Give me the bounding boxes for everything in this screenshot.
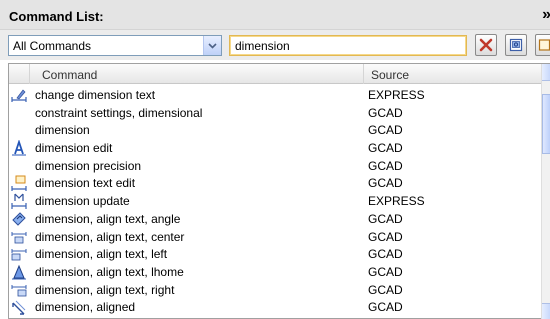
command-source: EXPRESS [368, 88, 425, 102]
dimension-update-icon [11, 193, 27, 210]
command-source: GCAD [368, 158, 403, 173]
dimension-edit-icon [12, 140, 26, 156]
table-row[interactable]: dimension, align text, center GCAD [9, 228, 542, 246]
command-source: GCAD [368, 211, 403, 226]
table-row[interactable]: dimension GCAD [9, 121, 542, 139]
command-source: GCAD [368, 105, 403, 120]
command-name: dimension, aligned [35, 300, 136, 315]
command-name: constraint settings, dimensional [35, 105, 203, 120]
align-text-left-icon [11, 249, 27, 261]
command-source: GCAD [368, 229, 403, 244]
scroll-up-arrow-icon[interactable] [542, 64, 550, 81]
options-button[interactable] [535, 34, 550, 56]
command-name: dimension edit [35, 141, 113, 156]
column-header: Command Source [9, 64, 542, 84]
command-source: GCAD [368, 141, 403, 156]
command-filter-value: All Commands [13, 39, 92, 53]
preview-button[interactable] [505, 34, 527, 56]
command-source: GCAD [368, 247, 403, 262]
clear-search-button[interactable] [475, 34, 497, 56]
align-text-home-icon [12, 264, 26, 280]
align-text-right-icon [11, 284, 27, 296]
command-name: dimension, align text, lhome [35, 264, 184, 279]
table-row[interactable]: dimension text edit GCAD [9, 174, 542, 192]
align-text-center-icon [11, 231, 27, 243]
search-field[interactable] [229, 35, 467, 56]
chevron-down-icon[interactable] [203, 36, 221, 55]
dimension-text-edit-icon [11, 175, 27, 192]
search-input[interactable] [230, 36, 466, 55]
table-row[interactable]: dimension edit GCAD [9, 139, 542, 157]
command-list: Command Source change dimension text EXP… [8, 63, 550, 319]
table-row[interactable]: dimension, align text, left GCAD [9, 245, 542, 263]
command-name: dimension text edit [35, 176, 136, 191]
table-row[interactable]: constraint settings, dimensional GCAD [9, 104, 542, 122]
table-row[interactable]: dimension, aligned GCAD [9, 298, 542, 316]
align-text-angle-icon [12, 212, 26, 226]
preview-icon [509, 38, 523, 52]
command-name: dimension, align text, center [35, 229, 185, 244]
command-name: dimension, align text, right [35, 282, 175, 297]
vertical-scrollbar[interactable] [541, 64, 550, 319]
command-name: dimension precision [35, 158, 142, 173]
command-name: dimension, align text, angle [35, 211, 181, 226]
command-source: GCAD [368, 300, 403, 315]
collapse-icon[interactable]: » [542, 6, 550, 24]
close-icon [479, 38, 493, 52]
change-dimension-text-icon [11, 89, 27, 102]
scroll-down-arrow-icon[interactable] [542, 303, 550, 319]
options-icon [538, 39, 550, 51]
table-row[interactable]: dimension, align text, right GCAD [9, 281, 542, 299]
dimension-aligned-icon [12, 300, 26, 315]
column-header-command[interactable]: Command [29, 64, 364, 84]
command-name: change dimension text [35, 88, 156, 102]
table-row[interactable]: dimension precision GCAD [9, 157, 542, 175]
command-source: EXPRESS [368, 194, 425, 209]
filter-toolbar: All Commands [0, 30, 550, 60]
scroll-thumb[interactable] [542, 94, 550, 154]
command-name: dimension, align text, left [35, 247, 168, 262]
table-row[interactable]: dimension update EXPRESS [9, 192, 542, 210]
table-row[interactable]: change dimension text EXPRESS [9, 86, 542, 104]
panel-title: Command List: [9, 9, 104, 24]
command-name: dimension update [35, 194, 130, 209]
command-source: GCAD [368, 282, 403, 297]
table-row[interactable]: dimension, align text, angle GCAD [9, 210, 542, 228]
command-source: GCAD [368, 176, 403, 191]
panel-titlebar: Command List: » [0, 0, 550, 30]
command-source: GCAD [368, 123, 403, 138]
command-name: dimension [35, 123, 90, 138]
command-filter-dropdown[interactable]: All Commands [8, 35, 222, 56]
table-row[interactable]: dimension, align text, lhome GCAD [9, 263, 542, 281]
command-rows: change dimension text EXPRESS constraint… [9, 86, 542, 316]
command-source: GCAD [368, 264, 403, 279]
